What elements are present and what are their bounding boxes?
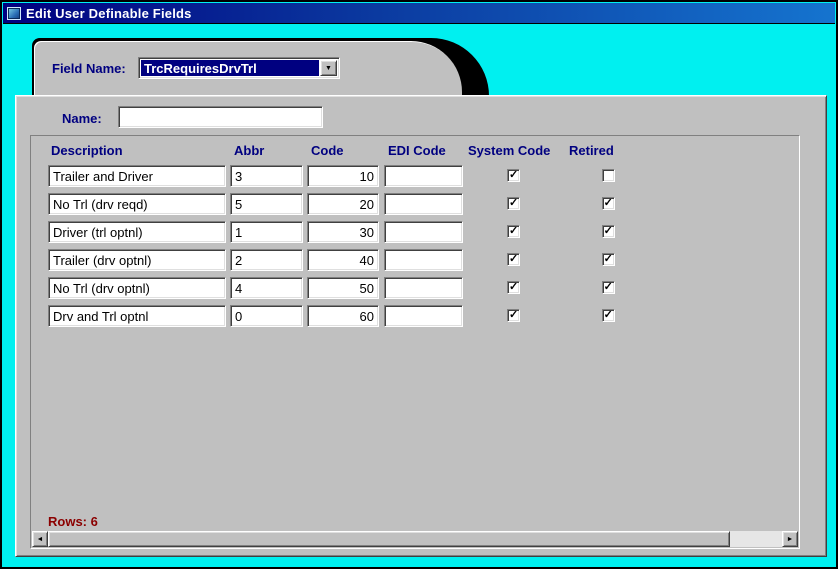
- table-area: Description Abbr Code EDI Code System Co…: [30, 135, 800, 549]
- code-input[interactable]: [307, 165, 379, 187]
- description-input[interactable]: [48, 305, 226, 327]
- table-row: [31, 193, 799, 221]
- field-name-label: Field Name:: [52, 61, 126, 76]
- field-name-tab: Field Name: TrcRequiresDrvTrl ▼: [33, 40, 463, 96]
- table-row: [31, 165, 799, 193]
- header-retired: Retired: [569, 143, 614, 158]
- description-input[interactable]: [48, 221, 226, 243]
- field-name-combobox[interactable]: TrcRequiresDrvTrl ▼: [138, 57, 340, 79]
- scroll-right-button[interactable]: ►: [782, 531, 798, 547]
- description-input[interactable]: [48, 165, 226, 187]
- retired-checkbox[interactable]: [602, 225, 615, 238]
- header-description: Description: [51, 143, 123, 158]
- table-rows: [31, 165, 799, 333]
- edi-code-input[interactable]: [384, 277, 463, 299]
- description-input[interactable]: [48, 249, 226, 271]
- table-row: [31, 221, 799, 249]
- scroll-right-icon: ►: [787, 536, 794, 543]
- header-code: Code: [311, 143, 344, 158]
- table-row: [31, 305, 799, 333]
- window-title: Edit User Definable Fields: [26, 6, 192, 21]
- code-input[interactable]: [307, 249, 379, 271]
- scroll-left-button[interactable]: ◄: [32, 531, 48, 547]
- name-input[interactable]: [118, 106, 323, 128]
- scrollbar-track[interactable]: [730, 531, 782, 547]
- rows-status-count: 6: [91, 514, 98, 529]
- retired-checkbox[interactable]: [602, 281, 615, 294]
- abbr-input[interactable]: [230, 193, 303, 215]
- dropdown-button[interactable]: ▼: [320, 60, 337, 76]
- abbr-input[interactable]: [230, 277, 303, 299]
- app-icon: [7, 7, 21, 20]
- description-input[interactable]: [48, 193, 226, 215]
- abbr-input[interactable]: [230, 305, 303, 327]
- edi-code-input[interactable]: [384, 305, 463, 327]
- system-code-checkbox[interactable]: [507, 281, 520, 294]
- name-label: Name:: [62, 111, 102, 126]
- header-abbr: Abbr: [234, 143, 264, 158]
- rows-status: Rows: 6: [48, 514, 98, 529]
- header-system-code: System Code: [468, 143, 550, 158]
- abbr-input[interactable]: [230, 165, 303, 187]
- edi-code-input[interactable]: [384, 165, 463, 187]
- scrollbar-thumb[interactable]: [48, 531, 730, 547]
- code-input[interactable]: [307, 305, 379, 327]
- code-input[interactable]: [307, 221, 379, 243]
- table-row: [31, 277, 799, 305]
- system-code-checkbox[interactable]: [507, 309, 520, 322]
- chevron-down-icon: ▼: [325, 65, 332, 72]
- retired-checkbox[interactable]: [602, 197, 615, 210]
- system-code-checkbox[interactable]: [507, 253, 520, 266]
- table-row: [31, 249, 799, 277]
- edi-code-input[interactable]: [384, 249, 463, 271]
- scroll-left-icon: ◄: [37, 536, 44, 543]
- rows-status-label: Rows:: [48, 514, 87, 529]
- abbr-input[interactable]: [230, 221, 303, 243]
- titlebar: Edit User Definable Fields: [3, 3, 835, 24]
- code-input[interactable]: [307, 277, 379, 299]
- main-panel: Name: Description Abbr Code EDI Code Sys…: [15, 95, 827, 557]
- abbr-input[interactable]: [230, 249, 303, 271]
- retired-checkbox[interactable]: [602, 253, 615, 266]
- code-input[interactable]: [307, 193, 379, 215]
- edi-code-input[interactable]: [384, 193, 463, 215]
- edit-user-definable-fields-window: Edit User Definable Fields Field Name: T…: [0, 0, 838, 569]
- retired-checkbox[interactable]: [602, 309, 615, 322]
- system-code-checkbox[interactable]: [507, 169, 520, 182]
- header-edi-code: EDI Code: [388, 143, 446, 158]
- system-code-checkbox[interactable]: [507, 197, 520, 210]
- horizontal-scrollbar: ◄ ►: [32, 531, 798, 547]
- system-code-checkbox[interactable]: [507, 225, 520, 238]
- edi-code-input[interactable]: [384, 221, 463, 243]
- retired-checkbox[interactable]: [602, 169, 615, 182]
- description-input[interactable]: [48, 277, 226, 299]
- field-name-selected-value: TrcRequiresDrvTrl: [141, 60, 319, 76]
